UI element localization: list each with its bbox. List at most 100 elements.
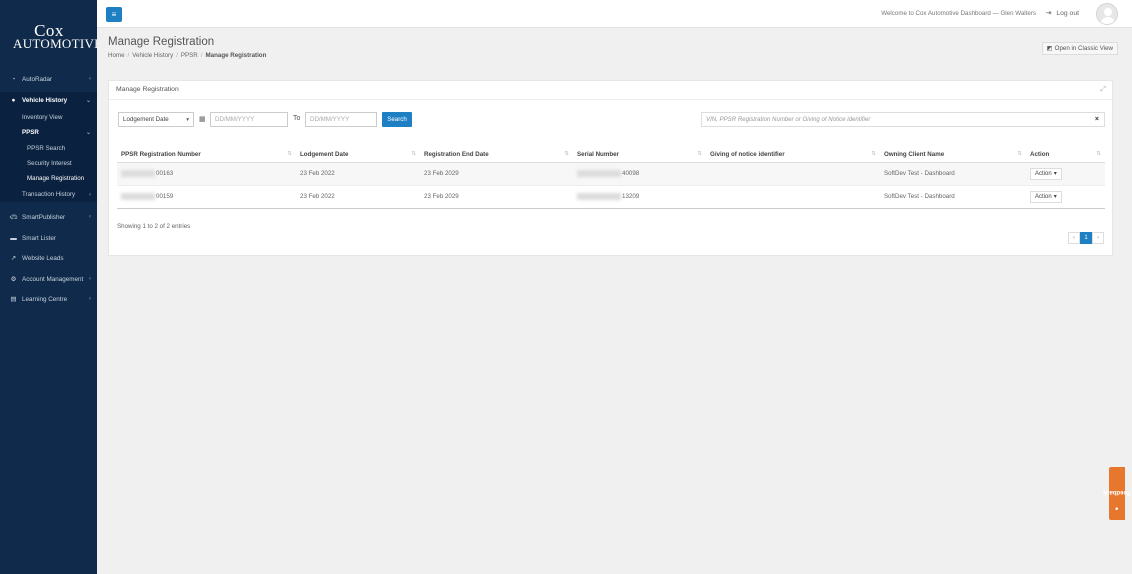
feedback-tab[interactable]: ● Feedback [1103,467,1131,520]
sidebar-item-ppsr-search[interactable]: PPSR Search [0,142,97,155]
panel-header: Manage Registration ⤢ [109,81,1112,100]
sidebar-item-learning-centre[interactable]: ▤ Learning Centre ‹ [0,292,97,306]
column-header[interactable]: Registration End Date ⇅ [420,147,573,163]
to-date-input[interactable]: DD/MM/YYYY [305,112,377,127]
sidebar-item-smartpublisher[interactable]: 🚗︎ SmartPublisher ‹ [0,210,97,224]
page-title: Manage Registration [108,36,215,48]
column-header[interactable]: Giving of notice identifier ⇅ [706,147,880,163]
sidebar-item-label: Manage Registration [27,175,85,182]
reg-number-cell: 00163 [117,162,296,186]
sidebar-item-autoradar[interactable]: ◔ AutoRadar ‹ [0,72,97,86]
sidebar-item-label: Transaction History [22,191,76,198]
sidebar-item-smart-lister[interactable]: ▬ Smart Lister [0,231,97,245]
chart-icon: ↗ [10,255,17,262]
sidebar-item-label: Account Management [22,275,84,283]
chevron-left-icon: ‹ [89,76,91,82]
date-type-select[interactable]: Lodgement Date ▾ [118,112,194,127]
table-row[interactable]: 00159 23 Feb 2022 23 Feb 2029 13209 Soft… [117,185,1105,209]
to-label: To [293,115,301,122]
redacted-block [121,192,155,200]
expand-icon[interactable]: ⤢ [1100,86,1106,94]
chevron-down-icon: ▾ [186,116,189,123]
sidebar-item-label: Website Leads [22,254,64,262]
sidebar-item-security-interest[interactable]: Security Interest [0,157,97,170]
end-date-cell: 23 Feb 2029 [420,162,573,186]
action-dropdown-button[interactable]: Action ▾ [1030,167,1062,180]
logout-link[interactable]: ⇥ Log out [1045,9,1079,18]
pagination-page[interactable]: 1 [1080,232,1092,244]
entries-info: Showing 1 to 2 of 2 entries [117,223,191,230]
column-header[interactable]: PPSR Registration Number ⇅ [117,147,296,163]
notice-identifier-cell [706,185,880,209]
column-header-label: Owning Client Name [884,150,945,158]
sort-icon: ⇅ [411,151,416,157]
table-row[interactable]: 00163 23 Feb 2022 23 Feb 2029 40098 Soft… [117,162,1105,186]
sort-icon: ⇅ [564,151,569,157]
column-header-label: Serial Number [577,150,619,158]
logo[interactable]: Cox Automotive [13,22,103,51]
table-header-row: PPSR Registration Number ⇅ Lodgement Date… [117,147,1105,163]
pagination-next[interactable]: › [1092,232,1104,244]
sidebar-item-website-leads[interactable]: ↗ Website Leads [0,251,97,265]
document-icon: ▤ [10,296,17,303]
breadcrumb-home[interactable]: Home [108,52,125,59]
notice-identifier-cell [706,162,880,186]
sidebar-item-inventory-view[interactable]: Inventory View [0,111,97,124]
sidebar-item-transaction-history[interactable]: Transaction History ‹ [0,188,97,201]
welcome-text: Welcome to Cox Automotive Dashboard — Gl… [881,10,1036,17]
reg-number-cell: 00159 [117,185,296,209]
logout-icon: ⇥ [1045,10,1052,17]
pagination-prev[interactable]: ‹ [1068,232,1080,244]
sidebar-item-ppsr[interactable]: PPSR ⌄ [0,126,97,139]
sidebar-item-manage-registration[interactable]: Manage Registration [0,172,97,185]
column-header[interactable]: Action ⇅ [1026,147,1105,163]
action-label: Action [1035,170,1052,177]
from-date-input[interactable]: DD/MM/YYYY [210,112,288,127]
date-type-value: Lodgement Date [123,116,169,123]
action-dropdown-button[interactable]: Action ▾ [1030,190,1062,203]
sidebar-item-label: Security Interest [27,160,72,167]
serial-number: 13209 [622,193,640,201]
sort-icon: ⇅ [871,151,876,157]
sidebar-item-vehicle-history[interactable]: ● Vehicle History ⌄ [0,93,97,107]
column-header[interactable]: Lodgement Date ⇅ [296,147,420,163]
sidebar-item-label: SmartPublisher [22,213,66,221]
column-header[interactable]: Owning Client Name ⇅ [880,147,1026,163]
chevron-left-icon: ‹ [89,191,91,198]
sidebar-item-account-management[interactable]: ⚙ Account Management ‹ [0,272,97,286]
column-header[interactable]: Serial Number ⇅ [573,147,706,163]
logout-label: Log out [1056,9,1079,17]
car-icon: ▬ [10,234,17,242]
serial-number-cell: 40098 [573,162,706,186]
chevron-down-icon: ⌄ [85,97,91,104]
feedback-label-wrap: ● Feedback [1103,478,1131,511]
logo-line2: Automotive [13,36,103,51]
serial-number: 40098 [622,170,640,178]
clear-icon[interactable]: × [1095,116,1099,123]
reg-number: 00159 [156,193,174,201]
menu-toggle-button[interactable]: ≡ [106,7,122,22]
redacted-block [577,192,621,200]
search-button[interactable]: Search [382,112,412,127]
page-header: Manage Registration Home / Vehicle Histo… [97,28,1132,69]
global-search-input[interactable]: VIN, PPSR Registration Number or Giving … [701,112,1105,127]
client-name-cell: SoftDev Test - Dashboard [880,162,1026,186]
lodgement-date-cell: 23 Feb 2022 [296,162,420,186]
action-label: Action [1035,193,1052,200]
column-header-label: Giving of notice identifier [710,150,785,158]
sidebar-item-label: Learning Centre [22,295,68,303]
action-cell: Action ▾ [1026,162,1105,186]
action-cell: Action ▾ [1026,185,1105,209]
sort-icon: ⇅ [697,151,702,157]
chevron-left-icon: ‹ [89,296,91,302]
breadcrumb-current: Manage Registration [205,52,267,59]
serial-number-cell: 13209 [573,185,706,209]
breadcrumb-vehicle-history[interactable]: Vehicle History [132,52,173,59]
sort-icon: ⇅ [1096,151,1101,157]
avatar[interactable] [1096,3,1118,25]
sidebar-item-label: AutoRadar [22,75,53,83]
external-link-icon: ◩ [1046,45,1053,52]
open-classic-view-button[interactable]: ◩ Open in Classic View [1041,42,1118,55]
breadcrumb-ppsr[interactable]: PPSR [181,52,198,59]
column-header-label: PPSR Registration Number [121,150,201,158]
